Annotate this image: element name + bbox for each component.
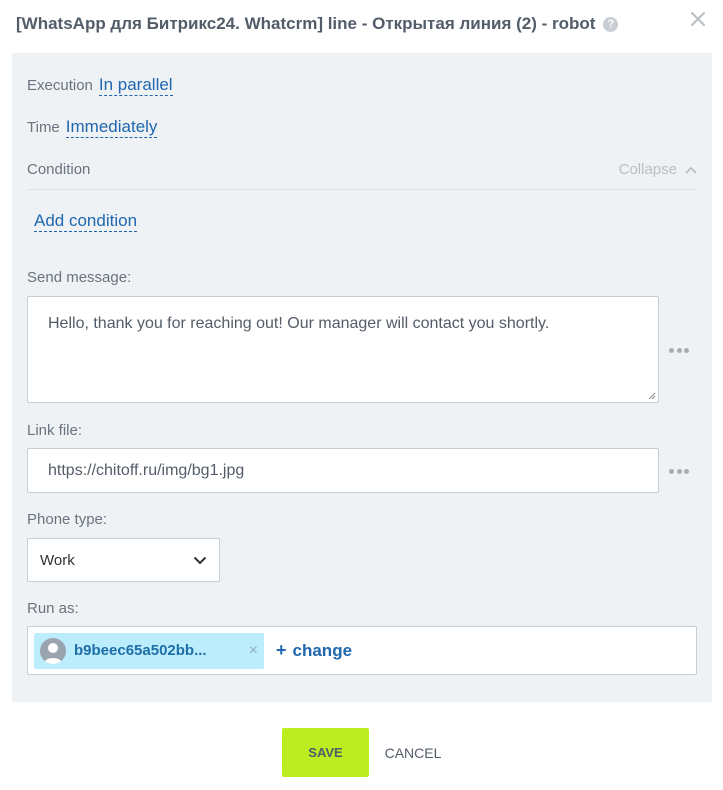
- user-tag: b9beec65a502bb... ×: [34, 632, 264, 669]
- phone-type-select[interactable]: Work: [27, 538, 220, 582]
- resize-grip-icon[interactable]: [648, 392, 656, 400]
- link-file-input[interactable]: https://chitoff.ru/img/bg1.jpg: [27, 448, 659, 493]
- change-label: change: [292, 640, 353, 660]
- help-icon[interactable]: ?: [603, 16, 619, 32]
- execution-row: Execution In parallel: [27, 75, 173, 96]
- phone-type-label: Phone type:: [27, 511, 108, 528]
- add-condition-link[interactable]: Add condition: [34, 211, 138, 232]
- save-button[interactable]: SAVE: [282, 728, 369, 777]
- send-message-text: Hello, thank you for reaching out! Our m…: [48, 315, 550, 332]
- send-message-label: Send message:: [27, 269, 132, 286]
- collapse-label: Collapse: [618, 161, 677, 178]
- execution-label: Execution: [27, 77, 93, 94]
- chevron-up-icon: [685, 166, 697, 174]
- link-file-more-icon[interactable]: [669, 468, 689, 474]
- time-link[interactable]: Immediately: [65, 117, 158, 138]
- settings-panel: Execution In parallel Time Immediately C…: [12, 53, 712, 702]
- time-row: Time Immediately: [27, 117, 158, 138]
- time-label: Time: [27, 119, 60, 136]
- send-message-textarea[interactable]: Hello, thank you for reaching out! Our m…: [27, 296, 659, 403]
- close-icon[interactable]: [689, 10, 707, 28]
- remove-user-icon[interactable]: ×: [249, 642, 258, 660]
- robot-settings-dialog: [WhatsApp для Битрикс24. Whatcrm] line -…: [0, 0, 723, 790]
- user-name: b9beec65a502bb...: [74, 642, 207, 659]
- dialog-header: [WhatsApp для Битрикс24. Whatcrm] line -…: [16, 12, 683, 36]
- condition-label: Condition: [27, 161, 91, 178]
- phone-type-value: Work: [40, 551, 75, 569]
- cancel-button[interactable]: CANCEL: [378, 728, 448, 777]
- condition-header: Condition Collapse: [27, 161, 697, 190]
- run-as-label: Run as:: [27, 600, 79, 617]
- collapse-toggle[interactable]: Collapse: [619, 161, 697, 178]
- chevron-down-icon: [193, 556, 207, 564]
- send-message-more-icon[interactable]: [669, 347, 689, 353]
- execution-link[interactable]: In parallel: [98, 75, 173, 96]
- dialog-title: [WhatsApp для Битрикс24. Whatcrm] line -…: [16, 14, 596, 33]
- link-file-value: https://chitoff.ru/img/bg1.jpg: [48, 461, 245, 479]
- change-user-link[interactable]: + change: [276, 640, 352, 661]
- plus-icon: +: [276, 640, 287, 660]
- run-as-field[interactable]: b9beec65a502bb... × + change: [27, 626, 697, 675]
- link-file-label: Link file:: [27, 422, 83, 439]
- user-avatar-icon: [40, 637, 66, 664]
